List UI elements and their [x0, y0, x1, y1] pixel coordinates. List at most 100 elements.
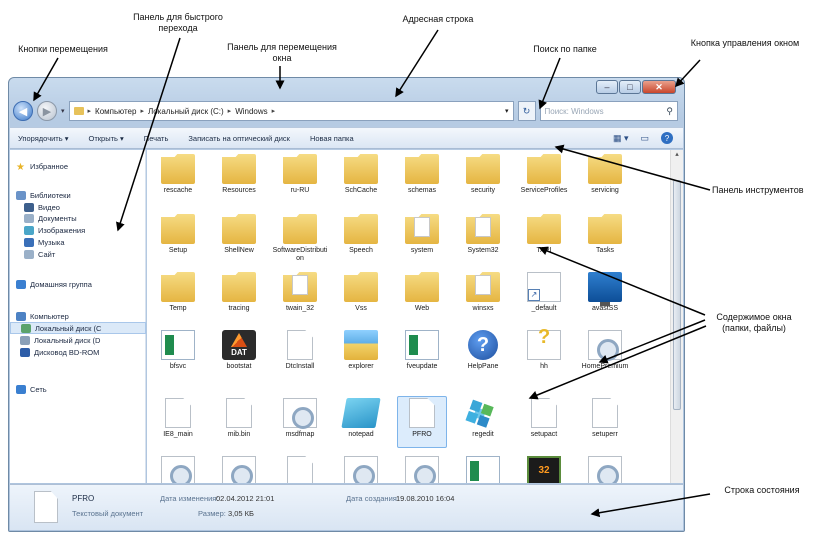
file-item[interactable]: msdfmap — [272, 398, 328, 439]
sidebar-item-9[interactable]: Локальный диск (C — [10, 322, 146, 334]
file-item[interactable]: TSSysprep — [272, 456, 328, 483]
sidebar-item-8[interactable]: Компьютер — [10, 310, 146, 322]
file-name: ServiceProfiles — [520, 187, 568, 194]
file-item[interactable]: explorer — [333, 330, 389, 371]
video-icon — [24, 202, 34, 212]
back-button[interactable]: ◀ — [13, 101, 33, 121]
file-name: PFRO — [412, 431, 432, 438]
burn-button[interactable]: Записать на оптический диск — [188, 134, 290, 143]
file-item[interactable]: SoftwareDistribution — [272, 214, 328, 263]
chevron-right-icon[interactable]: ▸ — [140, 107, 144, 115]
file-item[interactable]: rescache — [150, 154, 206, 195]
sidebar-item-10[interactable]: Локальный диск (D — [10, 334, 146, 346]
sidebar-item-0[interactable]: ★ Избранное — [10, 160, 146, 173]
file-item[interactable]: avastSS — [577, 272, 633, 313]
file-item[interactable]: twain_32.dll — [394, 456, 450, 483]
sidebar-item-7[interactable]: Домашняя группа — [10, 278, 146, 290]
file-item[interactable]: twunk_16 — [455, 456, 511, 483]
organize-button[interactable]: Упорядочить ▾ — [18, 134, 68, 143]
breadcrumb-computer[interactable]: Компьютер — [95, 107, 136, 116]
folder-icon — [222, 272, 256, 302]
address-dropdown-icon[interactable]: ▾ — [505, 107, 513, 115]
file-item[interactable]: Web — [394, 272, 450, 313]
forward-button[interactable]: ▶ — [37, 101, 57, 121]
file-item[interactable]: System32 — [455, 214, 511, 255]
preview-pane-icon[interactable]: ▭ — [640, 133, 649, 144]
breadcrumb-drive-c[interactable]: Локальный диск (C:) — [148, 107, 224, 116]
sidebar-item-5[interactable]: Музыка — [10, 236, 146, 248]
file-item[interactable]: Starter — [150, 456, 206, 483]
window-controls: – □ ✕ — [596, 80, 676, 94]
close-button[interactable]: ✕ — [642, 80, 676, 94]
file-item[interactable]: ? HelpPane — [455, 330, 511, 371]
address-row: ◀ ▶ ▾ ▸ Компьютер ▸ Локальный диск (C:) … — [13, 100, 678, 122]
file-item[interactable]: bfsvc — [150, 330, 206, 371]
file-name: HelpPane — [467, 363, 499, 370]
open-button[interactable]: Открыть ▾ — [88, 134, 123, 143]
print-button[interactable]: Печать — [144, 134, 169, 143]
refresh-button[interactable]: ↻ — [517, 101, 536, 121]
address-bar[interactable]: ▸ Компьютер ▸ Локальный диск (C:) ▸ Wind… — [68, 101, 514, 121]
file-name: hh — [540, 363, 548, 370]
file-item[interactable]: regedit — [455, 398, 511, 439]
file-item[interactable]: HomePremium — [577, 330, 633, 371]
help-icon[interactable]: ? — [661, 132, 673, 144]
music-icon — [24, 237, 34, 247]
scrollbar-thumb[interactable] — [673, 180, 681, 410]
file-item[interactable]: Setup — [150, 214, 206, 255]
file-item[interactable]: IE8_main — [150, 398, 206, 439]
file-item[interactable]: schemas — [394, 154, 450, 195]
folder-icon — [222, 154, 256, 184]
sidebar-item-11[interactable]: Дисковод BD-ROM — [10, 346, 146, 358]
scrollbar[interactable]: ▴ — [670, 150, 683, 483]
sidebar-item-1[interactable]: Библиотеки — [10, 189, 146, 201]
file-item[interactable]: mib.bin — [211, 398, 267, 439]
scroll-up-icon[interactable]: ▴ — [671, 150, 683, 162]
new-folder-button[interactable]: Новая папка — [310, 134, 354, 143]
settings-file-icon — [405, 456, 439, 483]
minimize-button[interactable]: – — [596, 80, 618, 94]
file-item[interactable]: _default — [516, 272, 572, 313]
file-item[interactable]: Tasks — [577, 214, 633, 255]
file-item[interactable]: twain.dll — [333, 456, 389, 483]
chevron-right-icon[interactable]: ▸ — [88, 107, 92, 115]
file-item[interactable]: Speech — [333, 214, 389, 255]
sidebar-item-3[interactable]: Документы — [10, 212, 146, 224]
chevron-right-icon[interactable]: ▸ — [228, 107, 232, 115]
file-item[interactable]: DtcInstall — [272, 330, 328, 371]
file-item[interactable]: system — [394, 214, 450, 255]
search-input[interactable]: Поиск: Windows ⚲ — [539, 101, 678, 121]
file-item[interactable]: winsxs — [455, 272, 511, 313]
file-item[interactable]: security — [455, 154, 511, 195]
file-item[interactable]: Vss — [333, 272, 389, 313]
file-item[interactable]: TAPI — [516, 214, 572, 255]
maximize-button[interactable]: □ — [619, 80, 641, 94]
file-item[interactable]: win — [577, 456, 633, 483]
file-item[interactable]: DAT bootstat — [211, 330, 267, 371]
file-item[interactable]: ru-RU — [272, 154, 328, 195]
file-item[interactable]: fveupdate — [394, 330, 450, 371]
recent-pages-dropdown-icon[interactable]: ▾ — [61, 107, 65, 115]
file-item[interactable]: 32twunk_32 — [516, 456, 572, 483]
file-item[interactable]: servicing — [577, 154, 633, 195]
view-options-icon[interactable]: ▦ ▾ — [613, 133, 629, 144]
sidebar-item-12[interactable]: Сеть — [10, 383, 146, 395]
breadcrumb-windows[interactable]: Windows — [235, 107, 267, 116]
file-name: DtcInstall — [285, 363, 315, 370]
file-item[interactable]: hh — [516, 330, 572, 371]
file-item[interactable]: system — [211, 456, 267, 483]
chevron-right-icon[interactable]: ▸ — [272, 107, 276, 115]
file-item[interactable]: setupact — [516, 398, 572, 439]
file-item[interactable]: ShellNew — [211, 214, 267, 255]
file-item[interactable]: SchCache — [333, 154, 389, 195]
sidebar-item-6[interactable]: Сайт — [10, 248, 146, 260]
file-item[interactable]: Temp — [150, 272, 206, 313]
file-item[interactable]: notepad — [333, 398, 389, 439]
file-item[interactable]: tracing — [211, 272, 267, 313]
file-item[interactable]: Resources — [211, 154, 267, 195]
file-item[interactable]: twain_32 — [272, 272, 328, 313]
sidebar-item-4[interactable]: Изображения — [10, 224, 146, 236]
file-item[interactable]: setuperr — [577, 398, 633, 439]
file-item[interactable]: PFRO — [394, 398, 450, 439]
file-item[interactable]: ServiceProfiles — [516, 154, 572, 195]
